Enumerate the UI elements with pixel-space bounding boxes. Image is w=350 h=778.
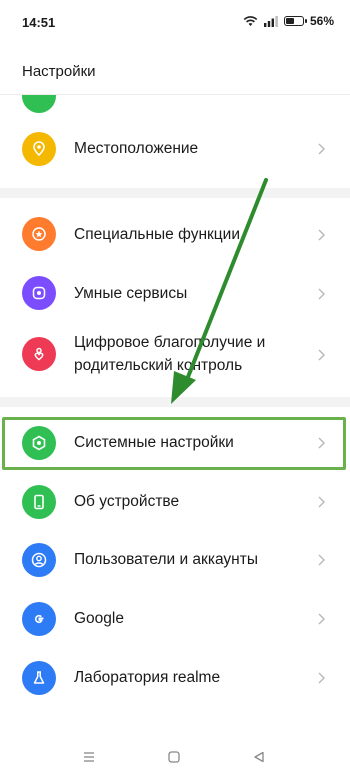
wifi-icon — [243, 16, 258, 26]
header: Настройки — [0, 46, 350, 95]
settings-item-location[interactable]: Местоположение — [0, 120, 350, 178]
home-nav-icon[interactable] — [165, 748, 183, 766]
settings-item-label: Лаборатория realme — [74, 669, 221, 686]
navigation-bar — [0, 736, 350, 778]
settings-item-realme-lab[interactable]: Лаборатория realme — [0, 649, 350, 707]
settings-item-label: Умные сервисы — [74, 285, 188, 302]
settings-item-about-device[interactable]: Об устройстве — [0, 473, 350, 531]
chevron-right-icon — [314, 287, 328, 301]
settings-item-label: Цифровое благополучие и родительский кон… — [74, 334, 266, 374]
battery-percent: 56% — [309, 14, 334, 28]
chevron-right-icon — [314, 142, 328, 156]
flask-icon — [22, 661, 56, 695]
chevron-right-icon — [314, 612, 328, 626]
star-icon — [22, 217, 56, 251]
settings-item-label: Местоположение — [74, 140, 199, 157]
section-divider — [0, 397, 350, 407]
chevron-right-icon — [314, 495, 328, 509]
settings-item-users-accounts[interactable]: Пользователи и аккаунты — [0, 531, 350, 589]
chevron-right-icon — [314, 553, 328, 567]
settings-item-smart-services[interactable]: Умные сервисы — [0, 264, 350, 322]
page-title: Настройки — [22, 63, 96, 80]
heart-person-icon — [22, 337, 56, 371]
chevron-right-icon — [314, 671, 328, 685]
chevron-right-icon — [314, 348, 328, 362]
back-nav-icon[interactable] — [250, 748, 268, 766]
google-icon — [22, 602, 56, 636]
phone-icon — [22, 485, 56, 519]
status-icons: 56% — [243, 14, 334, 28]
settings-item-label: Специальные функции — [74, 226, 240, 243]
menu-nav-icon[interactable] — [80, 748, 98, 766]
smart-services-icon — [22, 276, 56, 310]
settings-item-label: Пользователи и аккаунты — [74, 551, 258, 568]
settings-item-label: Об устройстве — [74, 493, 180, 510]
settings-item-google[interactable]: Google — [0, 590, 350, 648]
battery-fill — [285, 18, 295, 24]
location-icon — [22, 132, 56, 166]
signal-icon — [263, 15, 278, 27]
highlight-frame — [2, 417, 346, 470]
chevron-right-icon — [314, 228, 328, 242]
settings-item-label: Google — [74, 610, 124, 627]
status-time: 14:51 — [22, 15, 56, 30]
section-divider — [0, 188, 350, 198]
battery-icon — [283, 16, 307, 26]
user-icon — [22, 543, 56, 577]
status-bar: 14:51 56% — [0, 0, 350, 46]
settings-item-digital-wellbeing[interactable]: Цифровое благополучие и родительский кон… — [0, 325, 350, 383]
settings-item-accessibility[interactable]: Специальные функции — [0, 205, 350, 263]
